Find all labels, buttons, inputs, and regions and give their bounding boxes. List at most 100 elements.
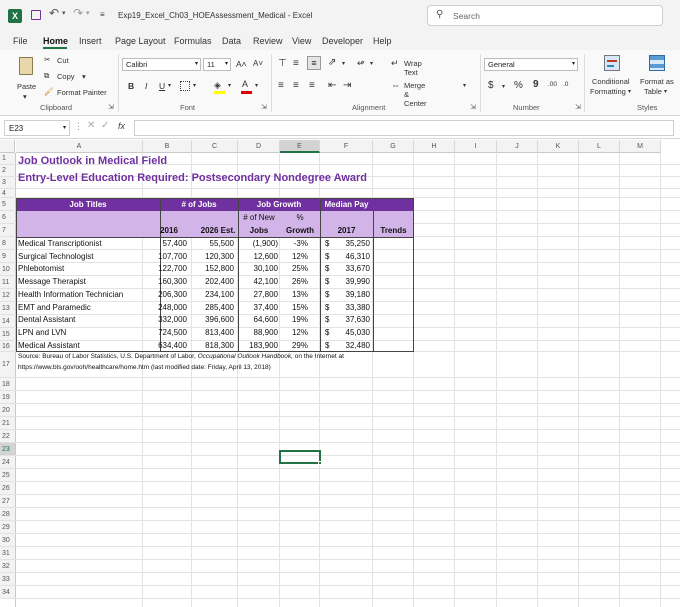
format-as-table-button[interactable]: Format as Table ▾ bbox=[637, 55, 677, 101]
borders-dropdown-icon[interactable]: ▾ bbox=[193, 82, 196, 89]
align-middle-icon[interactable]: ≡ bbox=[293, 58, 299, 69]
row-header[interactable]: 32 bbox=[0, 560, 15, 573]
row-header[interactable]: 11 bbox=[0, 276, 15, 289]
column-header[interactable]: B bbox=[143, 140, 192, 153]
enter-icon[interactable]: ✓ bbox=[101, 120, 109, 131]
column-header[interactable]: C bbox=[192, 140, 238, 153]
borders-icon[interactable] bbox=[180, 81, 190, 91]
formula-bar-options-icon[interactable]: ⋮ bbox=[74, 121, 83, 132]
column-header[interactable]: L bbox=[579, 140, 620, 153]
row-header[interactable]: 28 bbox=[0, 508, 15, 521]
fill-color-dropdown-icon[interactable]: ▾ bbox=[228, 82, 231, 89]
row-header[interactable]: 29 bbox=[0, 521, 15, 534]
underline-dropdown-icon[interactable]: ▾ bbox=[168, 82, 171, 89]
row-header[interactable]: 12 bbox=[0, 289, 15, 302]
rtl-icon[interactable]: ↫ bbox=[357, 58, 365, 69]
increase-decimal-button[interactable]: .00 bbox=[548, 81, 557, 88]
font-size-dropdown[interactable]: 11 ▾ bbox=[203, 58, 231, 71]
column-header[interactable]: H bbox=[414, 140, 455, 153]
orientation-icon[interactable]: ⇗ bbox=[328, 57, 336, 68]
tab-insert[interactable]: Insert bbox=[79, 36, 102, 46]
row-header[interactable]: 34 bbox=[0, 586, 15, 599]
insert-function-icon[interactable]: fx bbox=[118, 121, 125, 131]
row-header[interactable]: 24 bbox=[0, 456, 15, 469]
percent-button[interactable]: % bbox=[514, 80, 523, 91]
column-header[interactable]: J bbox=[497, 140, 538, 153]
currency-dropdown-icon[interactable]: ▾ bbox=[502, 83, 505, 90]
number-launcher-icon[interactable]: ⇲ bbox=[575, 103, 581, 111]
row-header[interactable]: 31 bbox=[0, 547, 15, 560]
align-right-icon[interactable]: ≡ bbox=[309, 80, 315, 91]
row-header[interactable]: 33 bbox=[0, 573, 15, 586]
underline-button[interactable]: U bbox=[159, 81, 165, 91]
decrease-decimal-button[interactable]: .0 bbox=[563, 81, 568, 88]
tab-formulas[interactable]: Formulas bbox=[174, 36, 212, 46]
active-cell-selection[interactable] bbox=[279, 450, 321, 464]
font-name-dropdown[interactable]: Calibri ▾ bbox=[122, 58, 201, 71]
row-header[interactable]: 10 bbox=[0, 263, 15, 276]
row-header[interactable]: 15 bbox=[0, 328, 15, 341]
redo-icon[interactable]: ↷ bbox=[73, 6, 83, 20]
column-header[interactable]: D bbox=[238, 140, 280, 153]
font-launcher-icon[interactable]: ⇲ bbox=[261, 103, 267, 111]
number-format-dropdown[interactable]: General ▾ bbox=[484, 58, 578, 71]
row-header[interactable]: 21 bbox=[0, 417, 15, 430]
align-left-icon[interactable]: ≡ bbox=[278, 80, 284, 91]
worksheet-grid[interactable]: ABCDEFGHIJKLM 1 2 3 4 5 6 7 8 9 10 11 12 13 14 15 16 17 1… bbox=[0, 140, 680, 607]
italic-button[interactable]: I bbox=[145, 81, 147, 91]
fill-handle[interactable] bbox=[318, 461, 322, 465]
orientation-dropdown-icon[interactable]: ▾ bbox=[342, 60, 345, 67]
tab-developer[interactable]: Developer bbox=[322, 36, 363, 46]
row-header[interactable]: 13 bbox=[0, 302, 15, 315]
row-header[interactable]: 3 bbox=[0, 177, 15, 189]
column-header[interactable]: A bbox=[16, 140, 143, 153]
row-header[interactable]: 8 bbox=[0, 237, 15, 250]
column-header[interactable]: K bbox=[538, 140, 579, 153]
alignment-launcher-icon[interactable]: ⇲ bbox=[470, 103, 476, 111]
select-all-corner[interactable] bbox=[0, 140, 15, 153]
font-color-dropdown-icon[interactable]: ▾ bbox=[255, 82, 258, 89]
tab-help[interactable]: Help bbox=[373, 36, 392, 46]
tab-review[interactable]: Review bbox=[253, 36, 283, 46]
row-header[interactable]: 14 bbox=[0, 315, 15, 328]
row-header[interactable]: 27 bbox=[0, 495, 15, 508]
row-header[interactable]: 6 bbox=[0, 211, 15, 224]
grow-font-button[interactable]: A˄ bbox=[236, 59, 247, 69]
currency-button[interactable]: $ bbox=[488, 80, 494, 91]
align-bottom-icon[interactable]: ≡ bbox=[307, 56, 321, 70]
tab-file[interactable]: File bbox=[13, 36, 28, 46]
row-header[interactable]: 5 bbox=[0, 198, 15, 211]
name-box[interactable]: E23 ▾ bbox=[4, 120, 70, 136]
tab-page-layout[interactable]: Page Layout bbox=[115, 36, 166, 46]
row-header[interactable]: 26 bbox=[0, 482, 15, 495]
row-header[interactable]: 7 bbox=[0, 224, 15, 237]
conditional-formatting-button[interactable]: Conditional Formatting ▾ bbox=[588, 55, 636, 101]
row-header[interactable]: 16 bbox=[0, 341, 15, 352]
row-header[interactable]: 2 bbox=[0, 165, 15, 177]
column-header[interactable]: I bbox=[455, 140, 497, 153]
increase-indent-icon[interactable]: ⇥ bbox=[343, 80, 351, 91]
comma-button[interactable]: 9 bbox=[533, 79, 539, 90]
column-header[interactable]: G bbox=[373, 140, 414, 153]
redo-dropdown-icon[interactable]: ▾ bbox=[86, 9, 90, 17]
undo-dropdown-icon[interactable]: ▾ bbox=[62, 9, 66, 17]
row-header[interactable]: 23 bbox=[0, 443, 15, 456]
qat-customize-icon[interactable]: ≡ bbox=[100, 10, 105, 19]
undo-icon[interactable]: ↶ bbox=[49, 6, 59, 20]
tab-home[interactable]: Home bbox=[43, 36, 68, 46]
row-header[interactable]: 22 bbox=[0, 430, 15, 443]
row-header[interactable]: 30 bbox=[0, 534, 15, 547]
row-header[interactable]: 25 bbox=[0, 469, 15, 482]
column-header[interactable]: M bbox=[620, 140, 661, 153]
row-header[interactable]: 19 bbox=[0, 391, 15, 404]
column-header[interactable]: E bbox=[280, 140, 320, 153]
rtl-dropdown-icon[interactable]: ▾ bbox=[370, 60, 373, 67]
search-box[interactable]: ⚲ Search bbox=[427, 5, 663, 26]
row-header[interactable]: 4 bbox=[0, 189, 15, 198]
formula-input[interactable] bbox=[134, 120, 674, 136]
row-header[interactable]: 9 bbox=[0, 250, 15, 263]
align-center-icon[interactable]: ≡ bbox=[293, 80, 299, 91]
column-header[interactable]: F bbox=[320, 140, 373, 153]
tab-view[interactable]: View bbox=[292, 36, 311, 46]
paste-button[interactable]: Paste ▾ bbox=[14, 55, 40, 101]
